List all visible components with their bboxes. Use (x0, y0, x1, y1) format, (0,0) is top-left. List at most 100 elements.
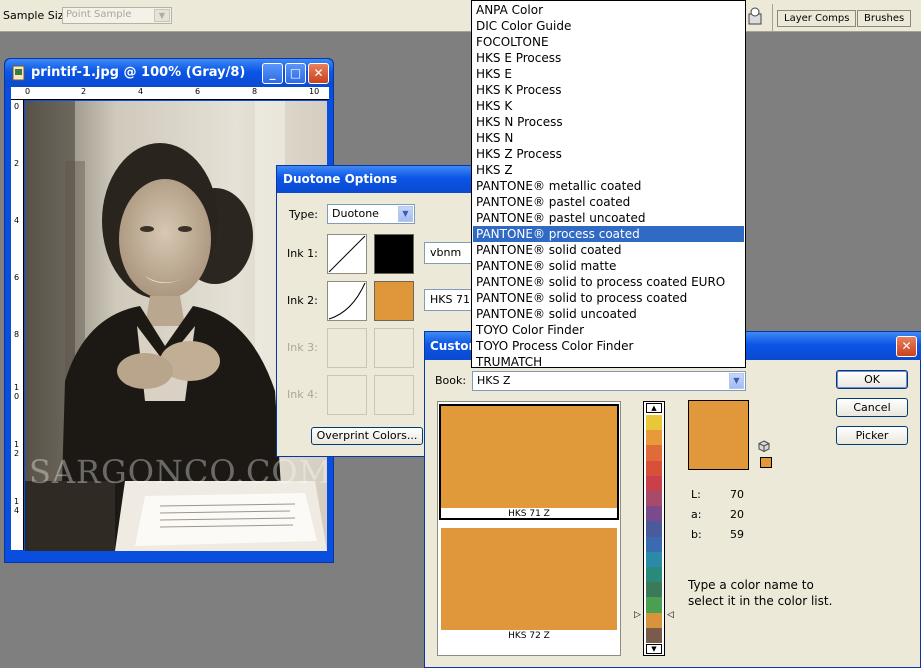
picker-button[interactable]: Picker (836, 426, 908, 445)
document-icon (11, 65, 27, 81)
book-option[interactable]: HKS N (473, 130, 744, 146)
book-option[interactable]: HKS E (473, 66, 744, 82)
options-bar: Sample Size: Point Sample ▼ Layer Comps … (0, 0, 921, 32)
chip-name: HKS 71 Z (508, 509, 550, 519)
spectrum-band (646, 536, 662, 553)
book-option[interactable]: HKS Z (473, 162, 744, 178)
sample-size-value: Point Sample (66, 9, 132, 20)
book-option[interactable]: PANTONE® solid to process coated (473, 290, 744, 306)
book-option[interactable]: TOYO Color Finder (473, 322, 744, 338)
lab-l-value: 70 (730, 488, 744, 501)
book-option[interactable]: ANPA Color (473, 2, 744, 18)
close-button[interactable]: ✕ (896, 336, 917, 357)
document-title: printif-1.jpg @ 100% (Gray/8) (31, 65, 246, 80)
type-select[interactable]: Duotone ▼ (327, 204, 415, 224)
out-of-gamut-cube-icon[interactable] (758, 440, 770, 453)
sample-size-select[interactable]: Point Sample ▼ (62, 7, 172, 24)
zoom-tool-icon[interactable] (746, 6, 764, 26)
maximize-button[interactable]: □ (285, 63, 306, 84)
book-option[interactable]: HKS E Process (473, 50, 744, 66)
book-option[interactable]: PANTONE® solid to process coated EURO (473, 274, 744, 290)
ruler-mark: 10 (309, 87, 320, 96)
ruler-mark: 6 (14, 273, 20, 282)
color-slider-spectrum (646, 415, 662, 644)
book-option[interactable]: PANTONE® metallic coated (473, 178, 744, 194)
ink4-curve (327, 375, 367, 415)
color-chip-selected[interactable]: HKS 71 Z (439, 404, 619, 520)
cancel-button[interactable]: Cancel (836, 398, 908, 417)
book-option[interactable]: HKS N Process (473, 114, 744, 130)
chevron-down-icon: ▼ (154, 9, 170, 22)
book-dropdown-list[interactable]: ANPA Color DIC Color Guide FOCOLTONE HKS E … (471, 0, 746, 370)
document-titlebar[interactable]: printif-1.jpg @ 100% (Gray/8) _ □ ✕ (5, 59, 333, 87)
ruler-mark: 1 4 (14, 497, 20, 515)
book-option[interactable]: HKS K Process (473, 82, 744, 98)
lab-a-value: 20 (730, 508, 744, 521)
ruler-horizontal[interactable]: 0 2 4 6 8 10 (11, 87, 329, 100)
custom-colors-dialog: Custom Colors ✕ Book: HKS Z ▼ OK Cancel … (424, 331, 921, 668)
ink4-label: Ink 4: (287, 388, 318, 401)
ruler-vertical[interactable]: 0 2 4 6 8 1 0 1 2 1 4 (11, 100, 24, 550)
close-icon: ✕ (313, 66, 324, 80)
tab-brushes[interactable]: Brushes (857, 10, 912, 27)
tab-layer-comps[interactable]: Layer Comps (777, 10, 857, 27)
lab-a-label: a: (691, 508, 702, 521)
book-option[interactable]: PANTONE® solid uncoated (473, 306, 744, 322)
duotone-titlebar[interactable]: Duotone Options (277, 166, 475, 193)
book-option[interactable]: HKS Z Process (473, 146, 744, 162)
chip-color (441, 528, 617, 630)
ink3-label: Ink 3: (287, 341, 318, 354)
spectrum-band (646, 551, 662, 568)
spectrum-band (646, 582, 662, 598)
book-option[interactable]: TOYO Process Color Finder (473, 338, 744, 354)
spectrum-band (646, 445, 662, 462)
scroll-down-icon[interactable]: ▼ (646, 644, 662, 654)
close-button[interactable]: ✕ (308, 63, 329, 84)
ink1-curve[interactable] (327, 234, 367, 274)
book-option[interactable]: PANTONE® solid matte (473, 258, 744, 274)
book-option[interactable]: DIC Color Guide (473, 18, 744, 34)
book-option[interactable]: TRUMATCH (473, 354, 744, 370)
ruler-mark: 2 (81, 87, 87, 96)
spectrum-band (646, 491, 662, 507)
ink1-label: Ink 1: (287, 247, 318, 260)
ink1-swatch[interactable] (374, 234, 414, 274)
ink4-swatch (374, 375, 414, 415)
hint-text: Type a color name to select it in the co… (688, 578, 833, 608)
lab-b-value: 59 (730, 528, 744, 541)
overprint-colors-button[interactable]: Overprint Colors... (311, 427, 423, 445)
slider-left-triangle-icon[interactable]: ▷ (634, 610, 641, 620)
book-option[interactable]: PANTONE® solid coated (473, 242, 744, 258)
maximize-icon: □ (289, 66, 302, 80)
book-option[interactable]: PANTONE® pastel uncoated (473, 210, 744, 226)
ruler-mark: 8 (14, 330, 20, 339)
book-option[interactable]: HKS K (473, 98, 744, 114)
minimize-icon: _ (269, 66, 276, 80)
spectrum-band (646, 567, 662, 583)
book-label: Book: (435, 374, 467, 387)
book-option[interactable]: PANTONE® process coated (473, 226, 744, 242)
ruler-mark: 8 (252, 87, 258, 96)
lab-b-label: b: (691, 528, 702, 541)
color-slider[interactable]: ▲ ▼ (643, 401, 665, 656)
ruler-mark: 2 (14, 159, 20, 168)
book-select[interactable]: HKS Z ▼ (472, 371, 746, 391)
slider-right-triangle-icon[interactable]: ◁ (667, 610, 674, 620)
spectrum-band (646, 597, 662, 614)
book-option[interactable]: FOCOLTONE (473, 34, 744, 50)
book-option[interactable]: PANTONE® pastel coated (473, 194, 744, 210)
ruler-mark: 1 0 (14, 383, 20, 401)
duotone-title: Duotone Options (283, 172, 398, 186)
chip-name: HKS 72 Z (508, 631, 550, 641)
minimize-button[interactable]: _ (262, 63, 283, 84)
ink2-swatch[interactable] (374, 281, 414, 321)
spectrum-band (646, 430, 662, 446)
color-chip-list[interactable]: HKS 71 Z HKS 72 Z (437, 401, 621, 656)
spectrum-band (646, 460, 662, 477)
scroll-up-icon[interactable]: ▲ (646, 403, 662, 413)
web-safe-swatch[interactable] (760, 457, 772, 468)
color-chip[interactable]: HKS 72 Z (441, 528, 617, 644)
book-value: HKS Z (477, 374, 511, 387)
ink2-curve[interactable] (327, 281, 367, 321)
ok-button[interactable]: OK (836, 370, 908, 389)
